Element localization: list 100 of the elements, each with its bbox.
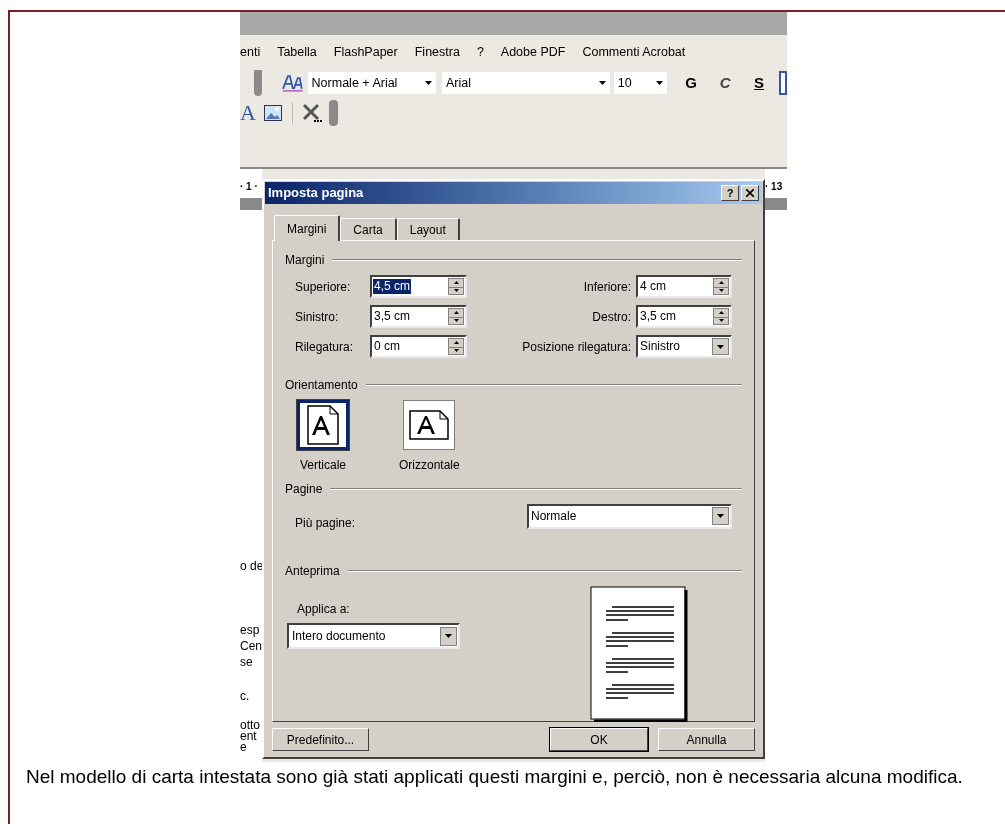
- caret-icon: [717, 514, 724, 518]
- landscape-page-icon: [409, 410, 450, 440]
- menu-item[interactable]: ?: [476, 42, 484, 62]
- field-value: 4 cm: [639, 279, 667, 294]
- ruler-bar: [765, 198, 787, 210]
- toolbar-icon[interactable]: [779, 71, 787, 95]
- field-label: Sinistro:: [294, 308, 340, 326]
- caret-icon: [445, 634, 452, 638]
- dropdown-button[interactable]: [440, 626, 457, 646]
- spin-field[interactable]: 3,5 cm: [370, 305, 467, 328]
- tab[interactable]: Margini: [274, 215, 341, 241]
- dropdown-field[interactable]: Intero documento: [287, 623, 460, 649]
- orientation-label: Verticale: [300, 457, 346, 474]
- up-arrow-icon: [718, 281, 724, 285]
- field-value: Sinistro: [639, 339, 681, 354]
- close-icon: [746, 189, 754, 197]
- dialog-button[interactable]: Predefinito...: [272, 728, 369, 751]
- field-label: Applica a:: [296, 601, 351, 618]
- font-dropdown[interactable]: Arial: [441, 72, 610, 94]
- down-arrow-icon: [718, 289, 724, 293]
- spin-buttons[interactable]: [448, 278, 464, 295]
- style-dropdown[interactable]: Normale + Arial: [307, 72, 436, 94]
- styles-icon: [281, 74, 304, 92]
- dialog-button[interactable]: OK: [550, 728, 648, 751]
- field-label: Più pagine:: [294, 515, 356, 532]
- window-title: Imposta pagina: [268, 184, 364, 203]
- menu-item[interactable]: Tabella: [277, 42, 317, 62]
- dropdown-field[interactable]: Normale: [527, 503, 732, 529]
- up-arrow-icon: [453, 311, 459, 315]
- menu-item[interactable]: Adobe PDF: [500, 42, 566, 62]
- section-heading: Anteprima: [285, 563, 340, 580]
- spin-buttons[interactable]: [448, 338, 464, 355]
- format-button[interactable]: C: [715, 71, 736, 95]
- document-text: Cen: [240, 638, 262, 654]
- spin-field[interactable]: 4,5 cm: [370, 275, 467, 298]
- spin-buttons[interactable]: [713, 278, 729, 295]
- font-size-dropdown[interactable]: 10: [613, 72, 668, 94]
- format-button[interactable]: G: [681, 71, 702, 95]
- toolbar-grip-icon: [254, 70, 262, 96]
- section-heading: Margini: [285, 252, 325, 269]
- format-button[interactable]: S: [749, 71, 770, 95]
- section-heading: Pagine: [285, 481, 323, 498]
- dialog-button[interactable]: Annulla: [658, 728, 755, 751]
- field-value: Normale: [531, 508, 577, 525]
- field-label: Posizione rilegatura:: [521, 338, 632, 356]
- field-value: 4,5 cm: [373, 279, 411, 294]
- document-text: e: [240, 742, 248, 753]
- caret-icon: [656, 81, 664, 85]
- spin-field[interactable]: 0 cm: [370, 335, 467, 358]
- spin-buttons[interactable]: [448, 308, 464, 325]
- image-icon[interactable]: [263, 105, 282, 121]
- spin-field[interactable]: 4 cm: [636, 275, 732, 298]
- field-value: Intero documento: [292, 628, 386, 645]
- tab[interactable]: Layout: [396, 218, 460, 240]
- document-text: c.: [240, 688, 251, 704]
- field-label: Rilegatura:: [294, 338, 355, 356]
- spin-field[interactable]: 3,5 cm: [636, 305, 732, 328]
- document-text: o de: [240, 558, 262, 574]
- down-arrow-icon: [453, 319, 459, 323]
- tab[interactable]: Carta: [340, 218, 397, 240]
- toolbar-button[interactable]: A: [240, 102, 256, 124]
- down-arrow-icon: [453, 289, 459, 293]
- caret-icon: [717, 344, 724, 349]
- up-arrow-icon: [453, 341, 459, 345]
- field-value: 3,5 cm: [639, 309, 677, 324]
- up-arrow-icon: [453, 281, 459, 285]
- menu-item[interactable]: Finestra: [414, 42, 460, 62]
- caret-icon: [424, 81, 432, 85]
- up-arrow-icon: [718, 311, 724, 315]
- field-label: Superiore:: [294, 278, 352, 296]
- toolbar-grip-icon: [328, 100, 338, 126]
- menu-item[interactable]: enti: [240, 42, 261, 62]
- orientation-option[interactable]: [297, 400, 349, 450]
- close-button[interactable]: [741, 185, 759, 201]
- ruler-number: · 13: [765, 180, 784, 194]
- field-label: Destro:: [591, 308, 632, 326]
- orientation-label: Orizzontale: [399, 457, 460, 474]
- ruler-bar: [240, 198, 262, 210]
- document-text: esp: [240, 622, 261, 638]
- down-arrow-icon: [718, 319, 724, 323]
- document-text: otto: [240, 720, 261, 731]
- caption: Nel modello di carta intestata sono già stati applicati questi margini e, perciò, non è necessaria alcuna modifica.: [25, 765, 964, 788]
- tools-icon[interactable]: [300, 102, 323, 124]
- help-button[interactable]: ?: [721, 185, 739, 201]
- portrait-page-icon: [307, 405, 339, 445]
- dropdown-field[interactable]: Sinistro: [636, 335, 732, 358]
- field-label: Inferiore:: [582, 278, 632, 296]
- spin-buttons[interactable]: [713, 308, 729, 325]
- field-value: 0 cm: [373, 339, 401, 354]
- section-heading: Orientamento: [285, 377, 358, 394]
- dropdown-button[interactable]: [712, 338, 729, 355]
- menu-item[interactable]: Commenti Acrobat: [582, 42, 686, 62]
- field-value: 3,5 cm: [373, 309, 411, 324]
- ruler-number: · 1 ·: [240, 180, 259, 194]
- menu-item[interactable]: FlashPaper: [333, 42, 398, 62]
- document-text: ent: [240, 731, 258, 742]
- down-arrow-icon: [453, 349, 459, 353]
- document-text: se: [240, 654, 254, 670]
- orientation-option[interactable]: [403, 400, 456, 450]
- dropdown-button[interactable]: [712, 507, 729, 525]
